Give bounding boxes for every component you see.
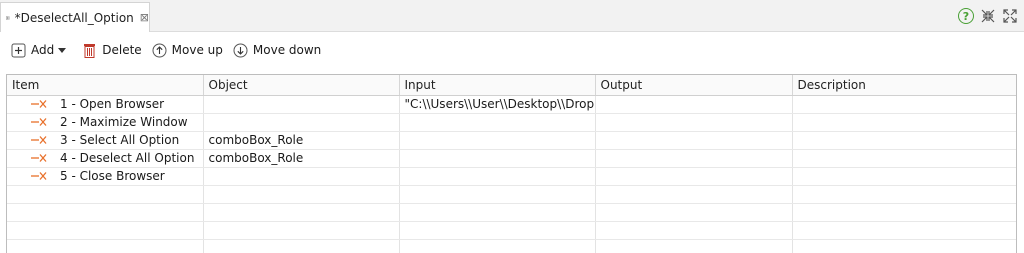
- cell-output[interactable]: [595, 95, 793, 114]
- tab-deselectall-option[interactable]: *DeselectAll_Option ⊠: [0, 2, 150, 32]
- move-down-button[interactable]: Move down: [233, 39, 321, 61]
- step-keyword-icon: [31, 154, 47, 162]
- step-item: 5 - Close Browser: [12, 169, 202, 183]
- add-button[interactable]: Add: [11, 39, 72, 61]
- cell-object[interactable]: comboBox_Role: [203, 131, 400, 150]
- step-keyword-icon: [31, 172, 47, 180]
- toolbar: Add Delete Move up Move down: [0, 32, 1024, 68]
- arrow-down-circle-icon: [233, 43, 248, 57]
- cell-description[interactable]: [792, 113, 1016, 132]
- add-label: Add: [31, 43, 55, 57]
- empty-cell[interactable]: [792, 239, 1016, 253]
- empty-table-row[interactable]: [7, 185, 1016, 204]
- empty-cell[interactable]: [595, 185, 793, 204]
- empty-cell[interactable]: [7, 203, 204, 222]
- plus-icon: [11, 43, 26, 57]
- empty-cell[interactable]: [399, 185, 596, 204]
- add-dropdown-arrow-icon[interactable]: [58, 47, 67, 53]
- empty-cell[interactable]: [792, 203, 1016, 222]
- column-header-output[interactable]: Output: [595, 75, 793, 96]
- cell-output[interactable]: [595, 113, 793, 132]
- delete-button[interactable]: Delete: [82, 39, 142, 61]
- cell-input[interactable]: [399, 149, 596, 168]
- empty-cell[interactable]: [792, 221, 1016, 240]
- table-row[interactable]: 2 - Maximize Window: [7, 113, 1016, 132]
- empty-cell[interactable]: [595, 221, 793, 240]
- empty-cell[interactable]: [203, 185, 400, 204]
- empty-cell[interactable]: [203, 203, 400, 222]
- empty-cell[interactable]: [7, 221, 204, 240]
- minimize-icon[interactable]: [980, 8, 996, 24]
- table-header-row: Item Object Input Output Description: [7, 75, 1016, 96]
- editor-tab-bar: *DeselectAll_Option ⊠ ?: [0, 0, 1024, 32]
- step-label: 4 - Deselect All Option: [60, 151, 195, 165]
- empty-cell[interactable]: [7, 185, 204, 204]
- cell-input[interactable]: [399, 113, 596, 132]
- empty-table-row[interactable]: [7, 221, 1016, 240]
- empty-table-row[interactable]: [7, 239, 1016, 253]
- step-keyword-icon: [31, 118, 47, 126]
- column-header-object[interactable]: Object: [203, 75, 400, 96]
- step-item: 4 - Deselect All Option: [12, 151, 202, 165]
- empty-cell[interactable]: [203, 239, 400, 253]
- test-steps-table: Item Object Input Output Description 1 -…: [6, 74, 1017, 253]
- table-row[interactable]: 1 - Open Browser "C:\\Users\\User\\Deskto…: [7, 95, 1016, 114]
- table-row[interactable]: 3 - Select All Option comboBox_Role: [7, 131, 1016, 150]
- cell-description[interactable]: [792, 149, 1016, 168]
- cell-input[interactable]: [399, 167, 596, 186]
- column-header-input[interactable]: Input: [399, 75, 596, 96]
- table-row[interactable]: 4 - Deselect All Option comboBox_Role: [7, 149, 1016, 168]
- move-up-label: Move up: [171, 43, 223, 57]
- test-case-icon: [6, 15, 10, 20]
- cell-item[interactable]: 3 - Select All Option: [7, 131, 204, 150]
- step-keyword-icon: [31, 136, 47, 144]
- cell-item[interactable]: 4 - Deselect All Option: [7, 149, 204, 168]
- cell-description[interactable]: [792, 167, 1016, 186]
- step-label: 1 - Open Browser: [60, 97, 165, 111]
- cell-description[interactable]: [792, 131, 1016, 150]
- empty-cell[interactable]: [399, 239, 596, 253]
- cell-input[interactable]: [399, 131, 596, 150]
- step-item: 2 - Maximize Window: [12, 115, 202, 129]
- tab-title: *DeselectAll_Option: [14, 10, 134, 25]
- cell-item[interactable]: 1 - Open Browser: [7, 95, 204, 114]
- close-icon[interactable]: ⊠: [140, 11, 149, 24]
- empty-cell[interactable]: [7, 239, 204, 253]
- empty-table-row[interactable]: [7, 203, 1016, 222]
- tab-bar-actions: ?: [958, 8, 1018, 24]
- cell-description[interactable]: [792, 95, 1016, 114]
- empty-cell[interactable]: [792, 185, 1016, 204]
- column-header-item[interactable]: Item: [7, 75, 204, 96]
- step-label: 3 - Select All Option: [60, 133, 180, 147]
- empty-cell[interactable]: [595, 203, 793, 222]
- move-up-button[interactable]: Move up: [152, 39, 223, 61]
- cell-output[interactable]: [595, 149, 793, 168]
- cell-object[interactable]: comboBox_Role: [203, 149, 400, 168]
- arrow-up-circle-icon: [152, 43, 167, 57]
- step-item: 3 - Select All Option: [12, 133, 202, 147]
- maximize-icon[interactable]: [1002, 8, 1018, 24]
- empty-cell[interactable]: [399, 203, 596, 222]
- step-keyword-icon: [31, 100, 47, 108]
- empty-cell[interactable]: [399, 221, 596, 240]
- trash-icon: [84, 43, 96, 58]
- step-label: 5 - Close Browser: [60, 169, 165, 183]
- step-item: 1 - Open Browser: [12, 97, 202, 111]
- cell-object[interactable]: [203, 113, 400, 132]
- cell-item[interactable]: 2 - Maximize Window: [7, 113, 204, 132]
- delete-label: Delete: [102, 43, 142, 57]
- step-label: 2 - Maximize Window: [60, 115, 188, 129]
- cell-input[interactable]: "C:\\Users\\User\\Desktop\\DropDow: [399, 95, 596, 114]
- cell-item[interactable]: 5 - Close Browser: [7, 167, 204, 186]
- move-down-label: Move down: [252, 43, 322, 57]
- column-header-description[interactable]: Description: [792, 75, 1016, 96]
- cell-output[interactable]: [595, 131, 793, 150]
- empty-cell[interactable]: [595, 239, 793, 253]
- table-row[interactable]: 5 - Close Browser: [7, 167, 1016, 186]
- empty-cell[interactable]: [203, 221, 400, 240]
- cell-object[interactable]: [203, 95, 400, 114]
- cell-object[interactable]: [203, 167, 400, 186]
- help-icon[interactable]: ?: [958, 8, 974, 24]
- cell-output[interactable]: [595, 167, 793, 186]
